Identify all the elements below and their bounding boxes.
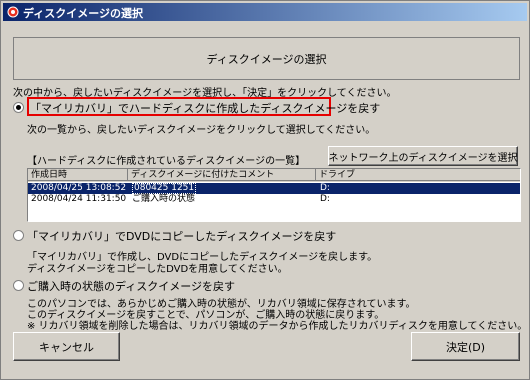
list-header: 作成日時 ディスクイメージに付けたコメント ドライブ [28,169,520,182]
row-drive: D: [320,194,330,204]
page-header: ディスクイメージの選択 [13,37,520,80]
network-image-button[interactable]: ネットワーク上のディスクイメージを選択 [328,146,518,166]
row-comment: ご購入時の状態 [132,194,196,204]
ok-button[interactable]: 決定(D) [411,332,520,361]
option-hdd-label[interactable]: 「マイリカバリ」でハードディスクに作成したディスクイメージを戻す [30,100,380,116]
row-date: 2008/04/25 13:08:52 [31,183,127,193]
app-icon [7,6,19,18]
radio-dvd-image[interactable] [13,230,24,241]
option-factory-desc3: ※ リカバリ領域を削除した場合は、リカバリ領域のデータから作成したリカバリディス… [27,321,528,332]
option-factory-label[interactable]: ご購入時の状態のディスクイメージを戻す [27,278,235,294]
column-header-comment[interactable]: ディスクイメージに付けたコメント [128,169,316,181]
option-hdd-subtext: 次の一覧から、戻したいディスクイメージをクリックして選択してください。 [27,125,376,136]
image-list-title: 【ハードディスクに作成されているディスクイメージの一覧】 [27,156,306,167]
column-header-drive[interactable]: ドライブ [316,169,520,181]
list-row[interactable]: 2008/04/24 11:31:50 ご購入時の状態 D: [28,194,520,205]
radio-hdd-image[interactable] [13,102,24,113]
row-drive: D: [320,183,330,193]
dialog-window: ディスクイメージの選択 ディスクイメージの選択 次の中から、戻したいディスクイメ… [0,0,530,380]
row-date: 2008/04/24 11:31:50 [31,194,127,204]
column-header-date[interactable]: 作成日時 [28,169,128,181]
list-row[interactable]: 2008/04/25 13:08:52 080425 1251 D: [28,183,520,194]
title-bar[interactable]: ディスクイメージの選択 [3,3,527,21]
row-comment: 080425 1251 [132,183,197,194]
option-dvd-desc2: ディスクイメージをコピーしたDVDを用意してください。 [27,264,288,275]
radio-factory-image[interactable] [13,280,24,291]
cancel-button[interactable]: キャンセル [13,332,120,361]
window-title: ディスクイメージの選択 [23,7,144,20]
disk-image-list[interactable]: 作成日時 ディスクイメージに付けたコメント ドライブ 2008/04/25 13… [27,168,521,222]
option-dvd-label[interactable]: 「マイリカバリ」でDVDにコピーしたディスクイメージを戻す [27,228,336,244]
